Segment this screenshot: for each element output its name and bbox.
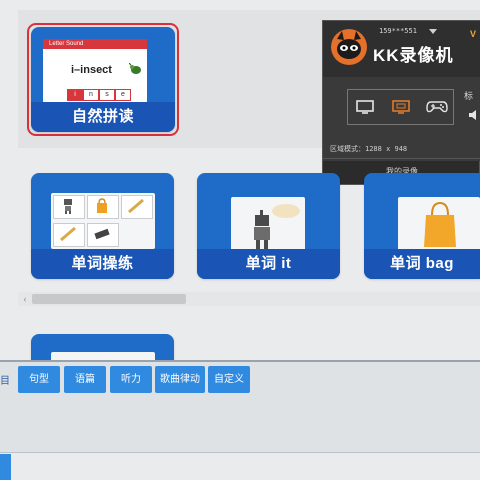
phonics-slide-preview: Letter Sound i–insect i n s e — [43, 39, 147, 103]
monitor-icon[interactable] — [356, 100, 374, 114]
speaker-icon[interactable] — [468, 109, 480, 121]
tab-listening[interactable]: 听力 — [110, 366, 152, 393]
tab-song-rhythm[interactable]: 歌曲律动 — [155, 366, 205, 393]
horizontal-scrollbar[interactable]: ‹ — [18, 292, 480, 306]
region-mode: 区域模式：1288 x 948 — [330, 145, 408, 153]
robot-icon — [64, 199, 72, 214]
mode-selector — [347, 89, 454, 125]
letter-box: e — [115, 89, 131, 101]
card-label: 单词 bag — [364, 249, 480, 279]
card-label: 自然拼读 — [31, 102, 175, 132]
pencil-icon — [128, 198, 144, 214]
bag-icon — [97, 198, 107, 213]
tab-sentence[interactable]: 句型 — [18, 366, 60, 393]
dropdown-arrow-icon[interactable] — [429, 29, 437, 35]
recorder-divider — [323, 158, 480, 159]
card-label: 单词 it — [197, 249, 340, 279]
word-bag-preview — [398, 197, 480, 251]
insect-icon — [129, 63, 141, 74]
letter-box: i — [67, 89, 83, 101]
gamepad-icon[interactable] — [426, 99, 448, 115]
rail-handle[interactable] — [0, 454, 11, 480]
card-label: 单词操练 — [31, 249, 174, 279]
robot-icon — [254, 204, 300, 249]
slide-word: i–insect — [71, 64, 112, 76]
letter-box: s — [99, 89, 115, 101]
letter-box: n — [83, 89, 99, 101]
card-phonics[interactable]: Letter Sound i–insect i n s e 自然拼读 — [31, 27, 175, 132]
tab-partial[interactable]: 目 — [0, 372, 10, 387]
word-practice-preview — [51, 193, 155, 249]
word-it-preview — [231, 197, 305, 251]
scroll-left-icon[interactable]: ‹ — [20, 292, 30, 306]
screen-record-icon[interactable] — [392, 100, 410, 114]
card-word-practice[interactable]: 单词操练 — [31, 173, 174, 279]
pencil-icon — [60, 226, 76, 242]
bag-icon — [424, 201, 456, 247]
card-word-bag[interactable]: 单词 bag — [364, 173, 480, 279]
card-word-it[interactable]: 单词 it — [197, 173, 340, 279]
eraser-icon — [94, 228, 110, 240]
slide-title: Letter Sound — [43, 39, 147, 49]
account-id[interactable]: 159***551 — [379, 27, 417, 35]
tab-custom[interactable]: 自定义 — [208, 366, 250, 393]
version-badge: V — [470, 29, 477, 39]
kk-recorder-window[interactable]: 159***551 V KK录像机 标 区域模式：1288 x 948 我的录像 — [322, 20, 480, 185]
kk-logo-icon — [331, 29, 367, 65]
tab-passage[interactable]: 语篇 — [64, 366, 106, 393]
bottom-rail — [0, 452, 480, 480]
scroll-thumb[interactable] — [32, 294, 186, 304]
recorder-title: KK录像机 — [373, 46, 454, 65]
side-label: 标 — [464, 91, 474, 101]
